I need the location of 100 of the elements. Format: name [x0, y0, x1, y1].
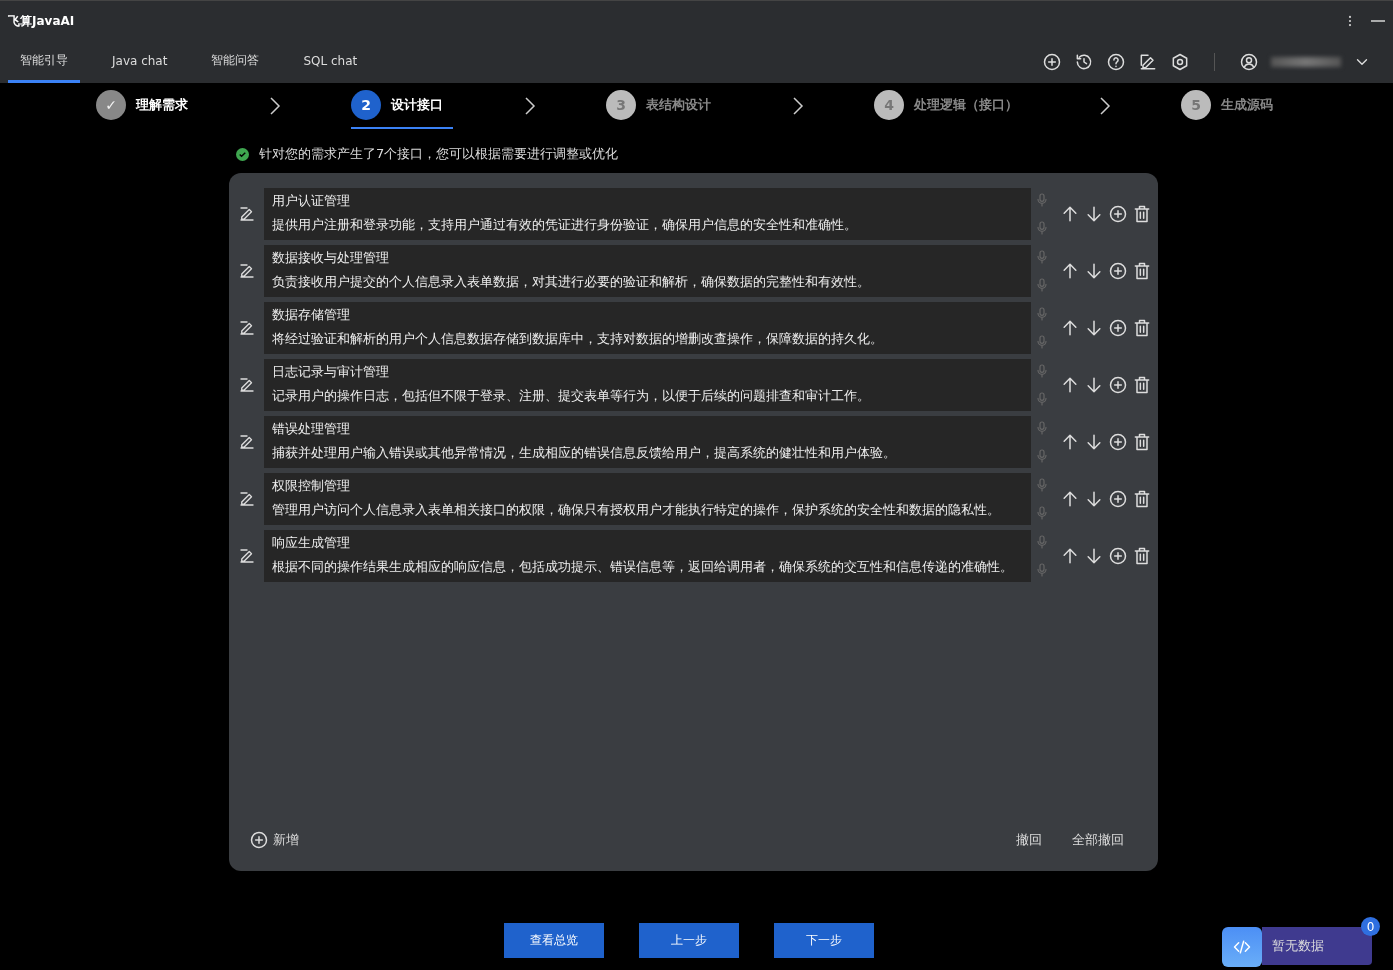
interface-description: 捕获并处理用户输入错误或其他异常情况，生成相应的错误信息反馈给用户，提高系统的健壮性和用户体验。 — [272, 444, 897, 462]
edit-icon — [237, 490, 256, 508]
add-icon — [1042, 52, 1062, 72]
user-button[interactable] — [1239, 52, 1259, 72]
trash-icon — [1132, 546, 1152, 566]
tab[interactable]: SQL chat — [291, 41, 370, 83]
delete-button[interactable] — [1132, 432, 1152, 452]
microphone-icon — [1034, 477, 1050, 493]
interface-description: 记录用户的操作日志，包括但不限于登录、注册、提交表单等行为，以便于后续的问题排查和审计工作。 — [272, 387, 871, 405]
notice-text: 针对您的需求产生了7个接口，您可以根据需要进行调整或优化 — [259, 145, 619, 163]
interface-name: 权限控制管理 — [272, 477, 351, 495]
add-icon — [1108, 432, 1128, 452]
step-marker: 2 — [351, 90, 381, 120]
insert-button[interactable] — [1108, 204, 1128, 224]
interface-name: 错误处理管理 — [272, 420, 351, 438]
chevron-right-icon — [790, 96, 805, 116]
tab[interactable]: 智能引导 — [8, 41, 80, 83]
success-icon — [236, 147, 249, 161]
microphone-icon — [1034, 391, 1050, 407]
microphone-icon — [1034, 277, 1050, 293]
interface-name: 响应生成管理 — [272, 534, 351, 552]
user-icon — [1239, 52, 1259, 72]
help-button[interactable] — [1106, 52, 1126, 72]
edit-icon — [1138, 52, 1158, 72]
trash-icon — [1132, 432, 1152, 452]
add-button[interactable]: 新增 — [249, 830, 299, 850]
step-marker: 3 — [606, 90, 636, 120]
microphone-icon — [1034, 505, 1050, 521]
interface-name: 日志记录与审计管理 — [272, 363, 390, 381]
undo-button[interactable]: 撤回 — [1016, 831, 1042, 849]
microphone-icon — [1034, 306, 1050, 322]
settings-button[interactable] — [1170, 52, 1190, 72]
microphone-icon — [1034, 420, 1050, 436]
microphone-icon — [1034, 220, 1050, 236]
new-chat-button[interactable] — [1042, 52, 1062, 72]
blurred-username — [1271, 57, 1341, 67]
step-marker: 4 — [874, 90, 904, 120]
delete-button[interactable] — [1132, 204, 1152, 224]
history-button[interactable] — [1074, 52, 1094, 72]
step-label: 设计接口 — [391, 96, 443, 114]
delete-button[interactable] — [1132, 375, 1152, 395]
tab[interactable]: Java chat — [100, 41, 180, 83]
add-icon — [1108, 318, 1128, 338]
code-icon — [1232, 937, 1252, 957]
chevron-right-icon — [1097, 96, 1112, 116]
undo-all-button[interactable]: 全部撤回 — [1072, 831, 1124, 849]
interface-name: 用户认证管理 — [272, 192, 351, 210]
edit-icon — [237, 376, 256, 394]
step-marker: ✓ — [96, 90, 126, 120]
microphone-icon — [1034, 534, 1050, 550]
interface-description: 根据不同的操作结果生成相应的响应信息，包括成功提示、错误信息等，返回给调用者，确保系统的交互性和信息传递的准确性。 — [272, 558, 1014, 576]
chevron-right-icon — [267, 96, 282, 116]
delete-button[interactable] — [1132, 261, 1152, 281]
insert-button[interactable] — [1108, 432, 1128, 452]
interface-description: 将经过验证和解析的用户个人信息数据存储到数据库中，支持对数据的增删改查操作，保障数据的持久化。 — [272, 330, 884, 348]
edit-icon — [237, 547, 256, 565]
chevron-right-icon — [522, 96, 537, 116]
interface-name: 数据存储管理 — [272, 306, 351, 324]
code-button[interactable] — [1222, 927, 1262, 967]
trash-icon — [1132, 489, 1152, 509]
trash-icon — [1132, 261, 1152, 281]
step-label: 处理逻辑（接口） — [914, 96, 1018, 114]
tab[interactable]: 智能问答 — [199, 41, 272, 83]
insert-button[interactable] — [1108, 318, 1128, 338]
interface-description: 提供用户注册和登录功能，支持用户通过有效的凭证进行身份验证，确保用户信息的安全性和准确性。 — [272, 216, 858, 234]
trash-icon — [1132, 375, 1152, 395]
add-icon — [1108, 489, 1128, 509]
step-button[interactable]: 上一步 — [639, 923, 739, 958]
interface-description: 负责接收用户提交的个人信息录入表单数据，对其进行必要的验证和解析，确保数据的完整性和有效性。 — [272, 273, 871, 291]
step-marker: 5 — [1181, 90, 1211, 120]
trash-icon — [1132, 204, 1152, 224]
edit-icon — [237, 205, 256, 223]
delete-button[interactable] — [1132, 318, 1152, 338]
minimize-icon — [1371, 20, 1385, 22]
microphone-icon — [1034, 249, 1050, 265]
help-icon — [1106, 52, 1126, 72]
add-icon — [1108, 204, 1128, 224]
add-icon — [1108, 261, 1128, 281]
insert-button[interactable] — [1108, 489, 1128, 509]
delete-button[interactable] — [1132, 489, 1152, 509]
edit-icon — [237, 319, 256, 337]
interface-description: 管理用户访问个人信息录入表单相关接口的权限，确保只有授权用户才能执行特定的操作，保护系统的安全性和数据的隐私性。 — [272, 501, 1001, 519]
step-label: 表结构设计 — [646, 96, 711, 114]
step-label: 理解需求 — [136, 96, 188, 114]
step-button[interactable]: 查看总览 — [504, 923, 604, 958]
add-icon — [249, 830, 269, 850]
interface-name: 数据接收与处理管理 — [272, 249, 390, 267]
insert-button[interactable] — [1108, 546, 1128, 566]
edit-icon — [237, 262, 256, 280]
insert-button[interactable] — [1108, 375, 1128, 395]
edit-icon — [237, 433, 256, 451]
add-icon — [1108, 546, 1128, 566]
microphone-icon — [1034, 192, 1050, 208]
step-button[interactable]: 下一步 — [774, 923, 874, 958]
insert-button[interactable] — [1108, 261, 1128, 281]
window-title: 飞算JavaAI — [8, 12, 75, 30]
microphone-icon — [1034, 562, 1050, 578]
delete-button[interactable] — [1132, 546, 1152, 566]
microphone-icon — [1034, 334, 1050, 350]
edit-button[interactable] — [1138, 52, 1158, 72]
